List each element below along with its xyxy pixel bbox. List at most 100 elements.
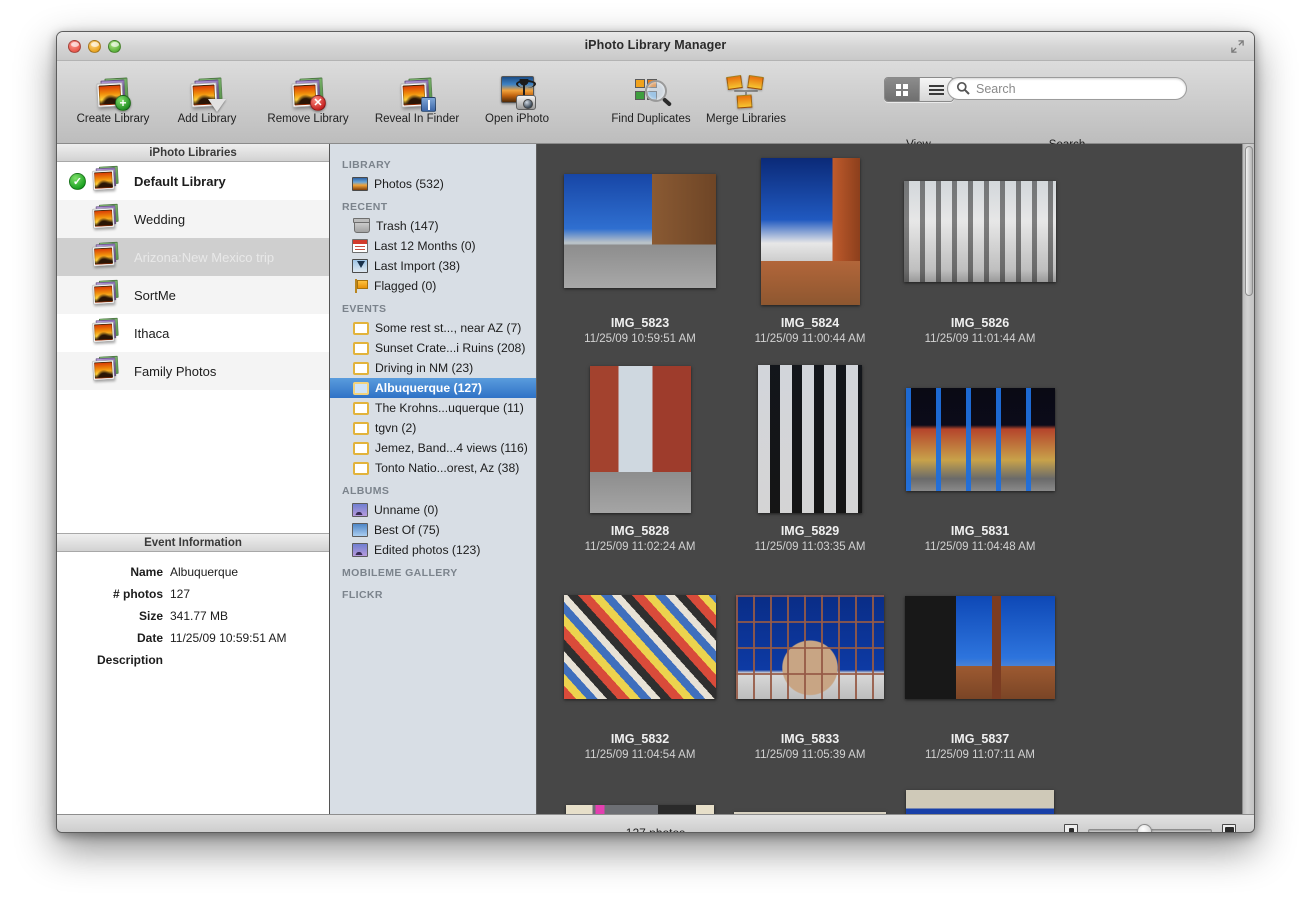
grid-scrollbar[interactable] (1242, 144, 1254, 814)
source-list[interactable]: LIBRARYPhotos (532)RECENTTrash (147)Last… (330, 144, 537, 814)
fullscreen-icon[interactable] (1230, 39, 1245, 54)
merge-libraries-button[interactable]: Merge Libraries (691, 75, 801, 125)
photo-thumbnail-box (895, 572, 1065, 722)
photo-date: 11/25/09 11:00:44 AM (755, 333, 866, 345)
library-row[interactable]: Ithaca (57, 314, 329, 352)
thumbnail-size-slider[interactable] (1088, 829, 1212, 833)
photo-grid[interactable]: IMG_582311/25/09 10:59:51 AM IMG_5824 11/2… (537, 144, 1242, 814)
reveal-in-finder-button[interactable]: Reveal In Finder (360, 67, 474, 125)
photo-thumbnail[interactable] (761, 158, 860, 305)
source-row[interactable]: Flagged (0) (330, 276, 536, 296)
library-row[interactable]: Family Photos (57, 352, 329, 390)
library-row[interactable]: ✓Default Library (57, 162, 329, 200)
event-info-key: Size (57, 609, 170, 623)
create-library-button[interactable]: + Create Library (63, 67, 163, 125)
source-row[interactable]: Unname (0) (330, 500, 536, 520)
find-duplicates-button[interactable]: Find Duplicates (596, 75, 706, 125)
photo-thumbnail-box (555, 156, 725, 306)
source-row-label: Jemez, Band...4 views (116) (375, 441, 528, 455)
remove-library-button[interactable]: ✕ Remove Library (253, 67, 363, 125)
source-group-title: FLICKR (330, 582, 536, 604)
photo-cell[interactable]: IMG_584111/25/09 11:08:10 AM (555, 780, 725, 814)
photo-thumbnail[interactable] (736, 595, 884, 699)
source-row[interactable]: Jemez, Band...4 views (116) (330, 438, 536, 458)
library-check-placeholder (69, 211, 86, 228)
photo-cell[interactable]: IMG_582811/25/09 11:02:24 AM (555, 364, 725, 571)
event-info-row: Size341.77 MB (57, 609, 329, 623)
photo-thumbnail[interactable] (566, 805, 714, 815)
photo-date: 11/25/09 11:03:35 AM (755, 541, 866, 553)
photo-cell[interactable]: IMG_583311/25/09 11:05:39 AM (725, 572, 895, 779)
import-icon (352, 259, 368, 273)
photo-cell[interactable]: IMG_582311/25/09 10:59:51 AM (555, 156, 725, 363)
library-name: Wedding (134, 212, 185, 227)
library-row[interactable]: Wedding (57, 200, 329, 238)
photo-thumbnail[interactable] (564, 174, 716, 288)
event-info-row: Description (57, 653, 329, 667)
photo-cell[interactable]: IMG_5832 11/25/09 11:04:54 AM (555, 572, 725, 779)
grid-scrollbar-thumb[interactable] (1245, 146, 1253, 296)
source-row-label: Trash (147) (376, 219, 439, 233)
photo-name: IMG_5824 (781, 316, 839, 330)
source-row[interactable]: tgvn (2) (330, 418, 536, 438)
photo-date: 11/25/09 11:04:54 AM (585, 749, 696, 761)
libraries-header: iPhoto Libraries (57, 144, 329, 162)
library-row[interactable]: SortMe (57, 276, 329, 314)
library-check-placeholder (69, 249, 86, 266)
library-list[interactable]: ✓Default Library Wedding Arizona:New Mexic… (57, 162, 329, 533)
album-icon (352, 503, 368, 517)
photo-cell[interactable]: IMG_584411/25/09 11:09:02 AM (895, 780, 1065, 814)
photo-cell[interactable]: IMG_583111/25/09 11:04:48 AM (895, 364, 1065, 571)
open-iphoto-button[interactable]: Open iPhoto (472, 67, 562, 125)
source-row-label: Unname (0) (374, 503, 438, 517)
small-thumbnail-icon[interactable] (1064, 824, 1078, 833)
event-info-key: # photos (57, 587, 170, 601)
library-check-placeholder (69, 325, 86, 342)
grid-view-button[interactable] (885, 78, 919, 101)
event-icon (353, 402, 369, 415)
thumbnail-size-slider-knob[interactable] (1137, 824, 1152, 833)
source-row[interactable]: Tonto Natio...orest, Az (38) (330, 458, 536, 478)
source-row[interactable]: Albuquerque (127) (330, 378, 536, 398)
large-thumbnail-icon[interactable] (1222, 824, 1236, 833)
photo-cell[interactable]: IMG_584211/25/09 11:08:50 AM (725, 780, 895, 814)
photo-cell[interactable]: IMG_583711/25/09 11:07:11 AM (895, 572, 1065, 779)
source-row[interactable]: Driving in NM (23) (330, 358, 536, 378)
source-row[interactable]: Edited photos (123) (330, 540, 536, 560)
source-row-label: Last 12 Months (0) (374, 239, 476, 253)
photo-thumbnail[interactable] (758, 365, 862, 513)
photo-cell[interactable]: IMG_582911/25/09 11:03:35 AM (725, 364, 895, 571)
source-row-label: Sunset Crate...i Ruins (208) (375, 341, 525, 355)
photo-thumbnail[interactable] (906, 388, 1055, 491)
photo-thumbnail[interactable] (905, 596, 1055, 699)
library-name: Arizona:New Mexico trip (134, 250, 274, 265)
source-row-label: tgvn (2) (375, 421, 416, 435)
magnifier-duplicates-icon (596, 75, 706, 110)
photo-thumbnail-box (895, 780, 1065, 814)
add-library-button[interactable]: Add Library (164, 67, 250, 125)
photo-cell[interactable]: IMG_582611/25/09 11:01:44 AM (895, 156, 1065, 363)
source-row[interactable]: Last Import (38) (330, 256, 536, 276)
photo-thumbnail-box (725, 364, 895, 514)
library-check-placeholder (69, 287, 86, 304)
photo-thumbnail-box (895, 156, 1065, 306)
source-row[interactable]: Trash (147) (330, 216, 536, 236)
source-row[interactable]: The Krohns...uquerque (11) (330, 398, 536, 418)
photo-name: IMG_5832 (611, 732, 669, 746)
source-row-label: Photos (532) (374, 177, 444, 191)
source-row-label: Best Of (75) (374, 523, 440, 537)
source-row[interactable]: Some rest st..., near AZ (7) (330, 318, 536, 338)
photo-date: 11/25/09 11:07:11 AM (925, 749, 1035, 761)
source-row[interactable]: Photos (532) (330, 174, 536, 194)
photo-thumbnail[interactable] (906, 790, 1054, 815)
source-row[interactable]: Sunset Crate...i Ruins (208) (330, 338, 536, 358)
library-row[interactable]: Arizona:New Mexico trip (57, 238, 329, 276)
search-input[interactable] (947, 77, 1187, 100)
photo-cell[interactable]: IMG_5824 11/25/09 11:00:44 AM (725, 156, 895, 363)
photo-thumbnail[interactable] (904, 181, 1056, 282)
photo-thumbnail[interactable] (564, 595, 716, 699)
libraries-sidebar: iPhoto Libraries ✓Default Library Wedding… (57, 144, 330, 814)
source-row[interactable]: Best Of (75) (330, 520, 536, 540)
source-row[interactable]: Last 12 Months (0) (330, 236, 536, 256)
photo-thumbnail[interactable] (590, 366, 691, 513)
